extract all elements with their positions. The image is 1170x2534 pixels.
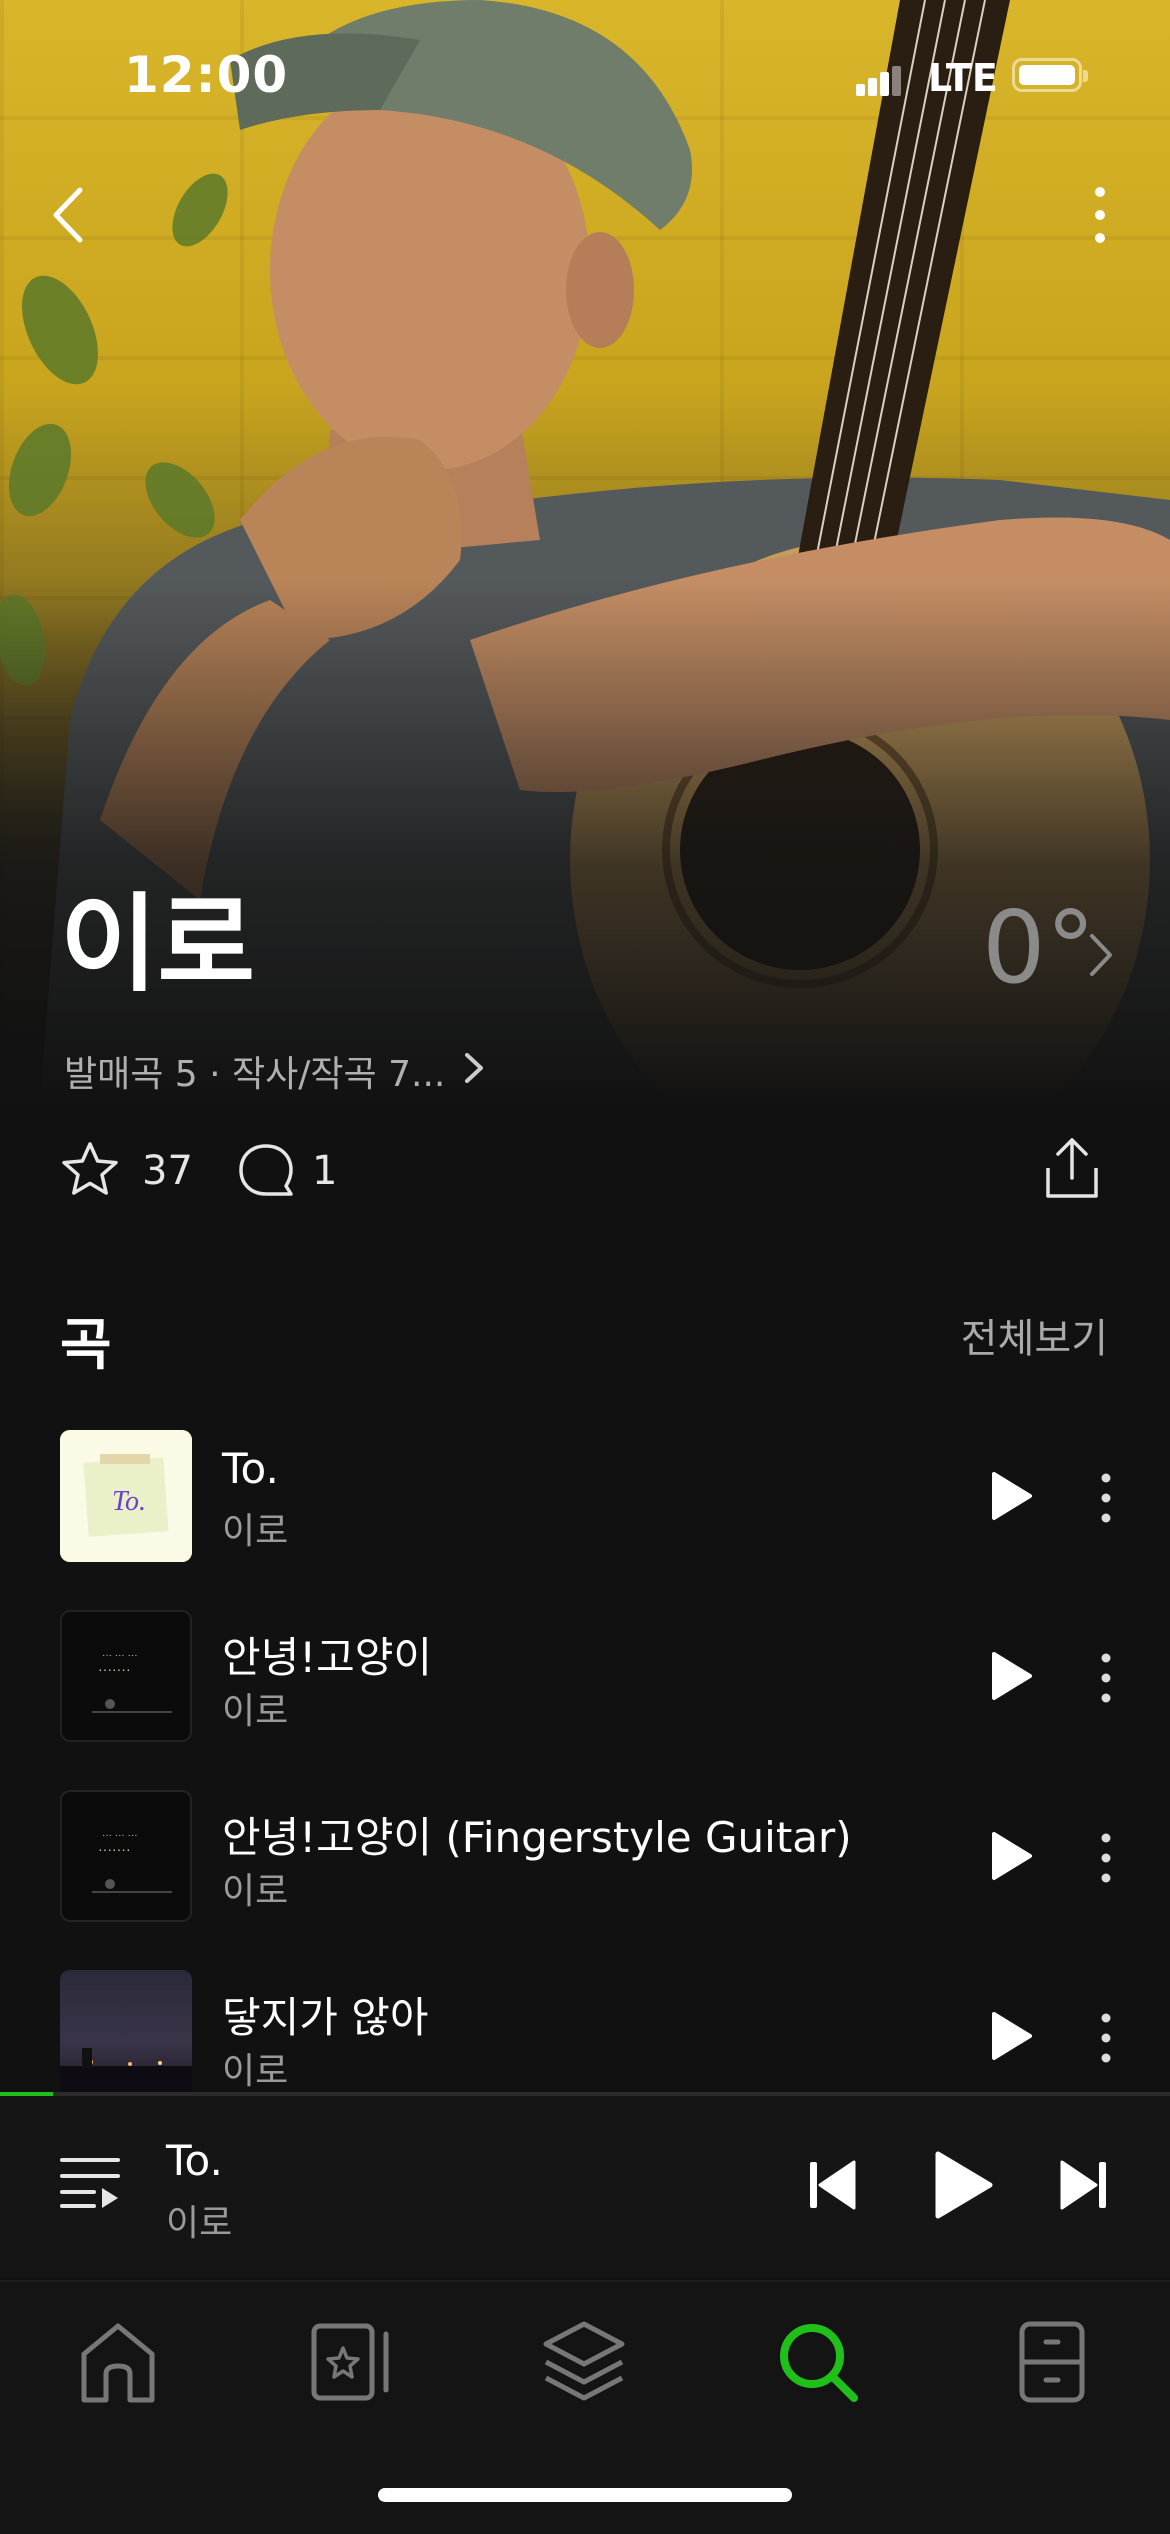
home-icon[interactable] (68, 2312, 168, 2412)
svg-text:··· ··· ···: ··· ··· ··· (102, 1650, 138, 1661)
previous-track-button[interactable] (808, 2158, 858, 2212)
album-art: To. (60, 1430, 192, 1562)
share-icon[interactable] (1042, 1134, 1102, 1200)
more-vertical-icon[interactable] (1090, 1648, 1122, 1708)
album-art: ··· ··· ··· ······· (60, 1610, 192, 1742)
layers-icon[interactable] (534, 2312, 634, 2412)
search-icon[interactable] (768, 2312, 868, 2412)
play-icon[interactable] (990, 1470, 1034, 1522)
play-button[interactable] (932, 2150, 994, 2220)
track-row[interactable]: ··· ··· ··· ······· 안녕!고양이 이로 (0, 1610, 1170, 1744)
track-row[interactable]: ··· ··· ··· ······· 안녕!고양이 (Fingerstyle … (0, 1790, 1170, 1924)
chevron-right-icon[interactable] (462, 1050, 486, 1086)
comment-count: 1 (312, 1148, 338, 1194)
track-title: 안녕!고양이 (Fingerstyle Guitar) (222, 1813, 852, 1862)
library-icon[interactable] (300, 2312, 400, 2412)
playlist-queue-icon[interactable] (58, 2152, 122, 2212)
status-bar: 12:00 LTE (0, 0, 1170, 150)
more-options-button[interactable] (1080, 180, 1120, 250)
hero-gradient-overlay (0, 580, 1170, 1100)
status-time: 12:00 (124, 46, 289, 104)
star-icon[interactable] (60, 1140, 120, 1200)
svg-text:To.: To. (112, 1486, 146, 1517)
more-vertical-icon[interactable] (1090, 2008, 1122, 2068)
more-vertical-icon[interactable] (1090, 1828, 1122, 1888)
back-button[interactable] (40, 180, 100, 250)
artist-temperature[interactable]: 0° (982, 898, 1096, 998)
next-track-button[interactable] (1058, 2158, 1108, 2212)
now-playing-title: To. (166, 2136, 223, 2185)
svg-text:·······: ······· (98, 1841, 131, 1857)
signal-icon (856, 66, 901, 96)
track-title: 안녕!고양이 (222, 1633, 433, 1682)
like-count: 37 (142, 1148, 193, 1194)
comment-icon[interactable] (236, 1140, 296, 1200)
more-vertical-icon[interactable] (1090, 1468, 1122, 1528)
artist-meta[interactable]: 발매곡 5 · 작사/작곡 7... (64, 1045, 445, 1097)
cabinet-icon[interactable] (1002, 2312, 1102, 2412)
songs-section-title: 곡 (60, 1313, 112, 1378)
track-artist: 이로 (222, 1511, 289, 1552)
track-artist: 이로 (222, 1691, 289, 1732)
track-artist: 이로 (222, 1871, 289, 1912)
mini-player[interactable]: To. 이로 (0, 2096, 1170, 2278)
battery-icon (1012, 58, 1088, 92)
track-row[interactable]: 닿지가 않아 이로 (0, 1970, 1170, 2092)
play-icon[interactable] (990, 1650, 1034, 1702)
album-art (60, 1970, 192, 2092)
network-label: LTE (928, 56, 998, 100)
play-icon[interactable] (990, 1830, 1034, 1882)
svg-text:··· ··· ···: ··· ··· ··· (102, 1830, 138, 1841)
album-art: ··· ··· ··· ······· (60, 1790, 192, 1922)
artist-name: 이로 (60, 883, 256, 1006)
track-artist: 이로 (222, 2051, 289, 2092)
now-playing-artist: 이로 (166, 2203, 233, 2244)
home-indicator (378, 2488, 792, 2502)
chevron-right-icon[interactable] (1086, 930, 1116, 980)
track-title: To. (222, 1444, 279, 1493)
play-icon[interactable] (990, 2010, 1034, 2062)
artist-stats: 37 1 (60, 1138, 1120, 1200)
svg-text:·······: ······· (98, 1661, 131, 1677)
track-title: 닿지가 않아 (222, 1993, 429, 2042)
see-all-button[interactable]: 전체보기 (961, 1306, 1108, 1364)
track-row[interactable]: To. To. 이로 (0, 1430, 1170, 1564)
